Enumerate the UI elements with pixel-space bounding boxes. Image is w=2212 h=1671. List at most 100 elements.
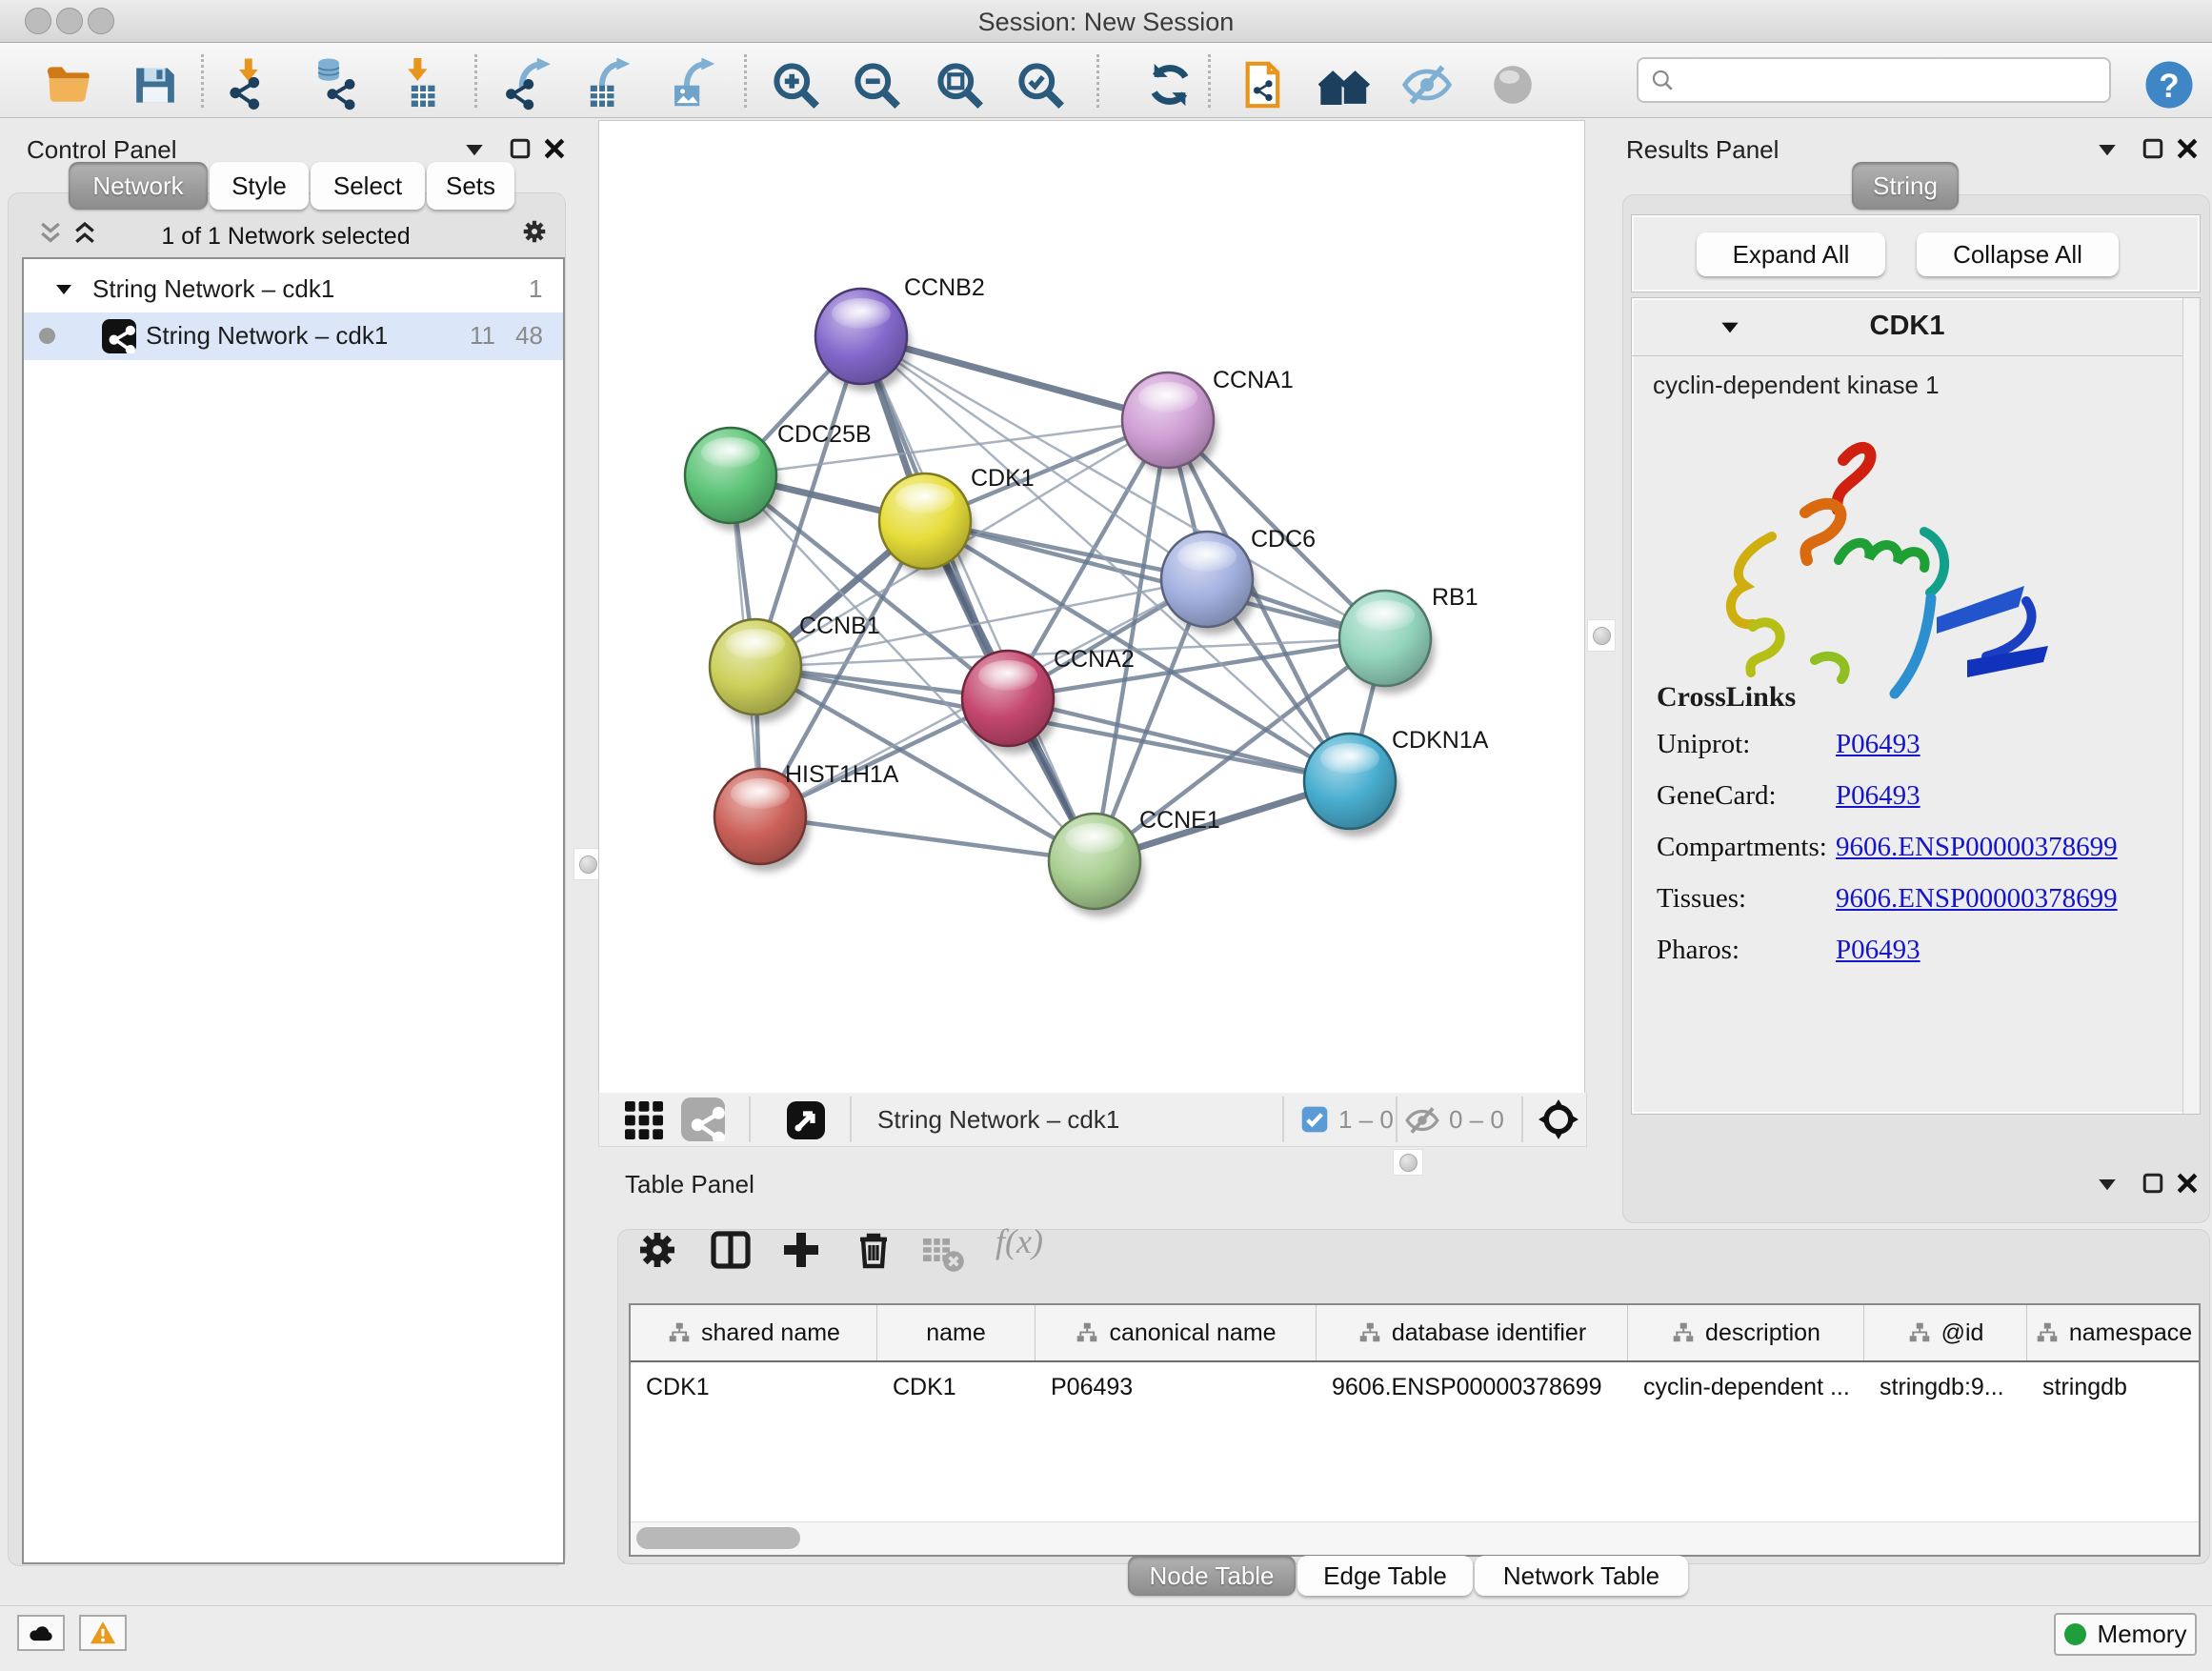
open-file-icon[interactable] xyxy=(42,58,95,111)
birdseye-view-icon[interactable] xyxy=(783,1097,829,1143)
zoom-out-icon[interactable] xyxy=(850,58,903,111)
cell-shared-name[interactable]: CDK1 xyxy=(631,1360,877,1414)
node-CCNA1[interactable] xyxy=(1122,372,1217,475)
crosslinks-rows: Uniprot:P06493GeneCard:P06493Compartment… xyxy=(1632,729,2182,996)
results-scrollbar[interactable] xyxy=(2182,298,2200,1114)
refresh-icon[interactable] xyxy=(1143,58,1196,111)
tab-node-table[interactable]: Node Table xyxy=(1128,1556,1296,1596)
separator xyxy=(749,1097,751,1142)
delete-table-icon[interactable] xyxy=(919,1231,965,1277)
zoom-selected-icon[interactable] xyxy=(1014,58,1067,111)
collapse-all-button[interactable]: Collapse All xyxy=(1917,232,2119,276)
node-label-CCNB1: CCNB1 xyxy=(799,613,880,639)
tab-network[interactable]: Network xyxy=(69,162,208,210)
edge-HIST1H1A-CCNE1[interactable] xyxy=(760,816,1095,861)
panel-float-icon[interactable] xyxy=(2139,1169,2167,1198)
help-icon[interactable] xyxy=(2142,58,2196,111)
expand-all-button[interactable]: Expand All xyxy=(1697,232,1885,276)
network-tree-row[interactable]: String Network – cdk1 11 48 xyxy=(24,312,563,360)
homes-icon[interactable] xyxy=(1318,58,1372,111)
cell-database-identifier[interactable]: 9606.ENSP00000378699 xyxy=(1317,1360,1628,1414)
show-all-icon[interactable] xyxy=(1486,58,1539,111)
table-gear-icon[interactable] xyxy=(634,1227,680,1273)
node-CCNE1[interactable] xyxy=(1049,814,1144,916)
panel-close-icon[interactable] xyxy=(2173,134,2202,163)
cell-name[interactable]: CDK1 xyxy=(877,1360,1036,1414)
zoom-in-icon[interactable] xyxy=(769,58,822,111)
grid-view-icon[interactable] xyxy=(621,1097,667,1143)
crosslink-link[interactable]: 9606.ENSP00000378699 xyxy=(1836,883,2118,915)
memory-button[interactable]: Memory xyxy=(2054,1613,2197,1656)
node-CDC25B[interactable] xyxy=(685,428,780,531)
tab-network-table[interactable]: Network Table xyxy=(1475,1556,1688,1596)
crosslink-link[interactable]: 9606.ENSP00000378699 xyxy=(1836,832,2118,863)
add-column-icon[interactable] xyxy=(778,1227,824,1273)
column-header-label: namespace xyxy=(2069,1319,2192,1347)
panel-menu-icon[interactable] xyxy=(460,135,489,164)
export-image-icon[interactable] xyxy=(665,58,718,111)
column-header-shared-name[interactable]: shared name xyxy=(631,1305,877,1360)
search-input[interactable] xyxy=(1637,57,2111,103)
cell-canonical-name[interactable]: P06493 xyxy=(1036,1360,1317,1414)
panel-float-icon[interactable] xyxy=(2139,134,2167,163)
node-CDKN1A[interactable] xyxy=(1304,734,1399,836)
panel-menu-icon[interactable] xyxy=(2093,135,2122,164)
show-columns-icon[interactable] xyxy=(708,1227,754,1273)
column-header--id[interactable]: @id xyxy=(1864,1305,2027,1360)
tab-sets[interactable]: Sets xyxy=(427,162,514,210)
export-table-icon[interactable] xyxy=(580,58,633,111)
tab-select[interactable]: Select xyxy=(311,162,425,210)
column-header-database-identifier[interactable]: database identifier xyxy=(1317,1305,1628,1360)
delete-column-icon[interactable] xyxy=(851,1227,896,1273)
fit-content-crosshair-icon[interactable] xyxy=(1536,1097,1581,1142)
node-RB1[interactable] xyxy=(1339,591,1435,694)
right-splitter-handle[interactable] xyxy=(1587,619,1616,652)
crosslink-link[interactable]: P06493 xyxy=(1836,935,1920,966)
cell--id[interactable]: stringdb:9... xyxy=(1864,1360,2027,1414)
panel-close-icon[interactable] xyxy=(540,134,569,163)
panel-float-icon[interactable] xyxy=(506,134,534,163)
network-graph[interactable]: CCNB2CCNA1CDC25BCDK1CDC6RB1CCNB1CCNA2CDK… xyxy=(599,121,1584,1093)
crosslink-link[interactable]: P06493 xyxy=(1836,729,1920,760)
share-document-icon[interactable] xyxy=(1237,58,1290,111)
cell-description[interactable]: cyclin-dependent ... xyxy=(1628,1360,1864,1414)
import-table-icon[interactable] xyxy=(394,58,448,111)
share-network-icon[interactable] xyxy=(681,1097,725,1141)
column-header-description[interactable]: description xyxy=(1628,1305,1864,1360)
result-section-header[interactable]: CDK1 xyxy=(1632,298,2182,356)
import-network-icon[interactable] xyxy=(226,58,279,111)
node-CCNA2[interactable] xyxy=(962,651,1057,754)
column-header-canonical-name[interactable]: canonical name xyxy=(1036,1305,1317,1360)
import-network-from-database-icon[interactable] xyxy=(308,58,361,111)
save-session-icon[interactable] xyxy=(129,58,182,111)
cell-namespace[interactable]: stringdb xyxy=(2027,1360,2201,1414)
hide-selected-icon[interactable] xyxy=(1400,58,1454,111)
hscrollbar-thumb[interactable] xyxy=(636,1527,800,1549)
node-CCNB2[interactable] xyxy=(815,289,911,392)
network-tree-root-row[interactable]: String Network – cdk1 1 xyxy=(24,265,563,312)
toolbar-separator xyxy=(1096,54,1099,108)
table-hscrollbar[interactable] xyxy=(631,1521,2199,1555)
node-CDC6[interactable] xyxy=(1161,532,1257,634)
column-header-name[interactable]: name xyxy=(877,1305,1036,1360)
panel-menu-icon[interactable] xyxy=(2093,1170,2122,1198)
node-CDK1[interactable] xyxy=(879,473,975,576)
table-row[interactable]: CDK1CDK1P064939606.ENSP00000378699cyclin… xyxy=(631,1360,2199,1414)
network-canvas[interactable]: CCNB2CCNA1CDC25BCDK1CDC6RB1CCNB1CCNA2CDK… xyxy=(598,120,1585,1094)
tab-string[interactable]: String xyxy=(1852,162,1959,210)
crosslink-link[interactable]: P06493 xyxy=(1836,780,1920,812)
node-CCNB1[interactable] xyxy=(710,619,805,722)
network-options-gear-icon[interactable] xyxy=(520,217,549,246)
warnings-button[interactable] xyxy=(79,1615,127,1651)
function-builder-icon[interactable]: f(x) xyxy=(995,1221,1043,1261)
cloud-status-button[interactable] xyxy=(17,1615,65,1651)
panel-close-icon[interactable] xyxy=(2173,1169,2202,1198)
export-network-icon[interactable] xyxy=(502,58,555,111)
hidden-eye-icon[interactable] xyxy=(1404,1102,1440,1138)
tab-edge-table[interactable]: Edge Table xyxy=(1297,1556,1473,1596)
tab-style[interactable]: Style xyxy=(210,162,309,210)
separator xyxy=(1396,1097,1398,1142)
selected-checkbox-icon[interactable] xyxy=(1299,1104,1330,1135)
zoom-fit-icon[interactable] xyxy=(933,58,986,111)
column-header-namespace[interactable]: namespace xyxy=(2027,1305,2201,1360)
